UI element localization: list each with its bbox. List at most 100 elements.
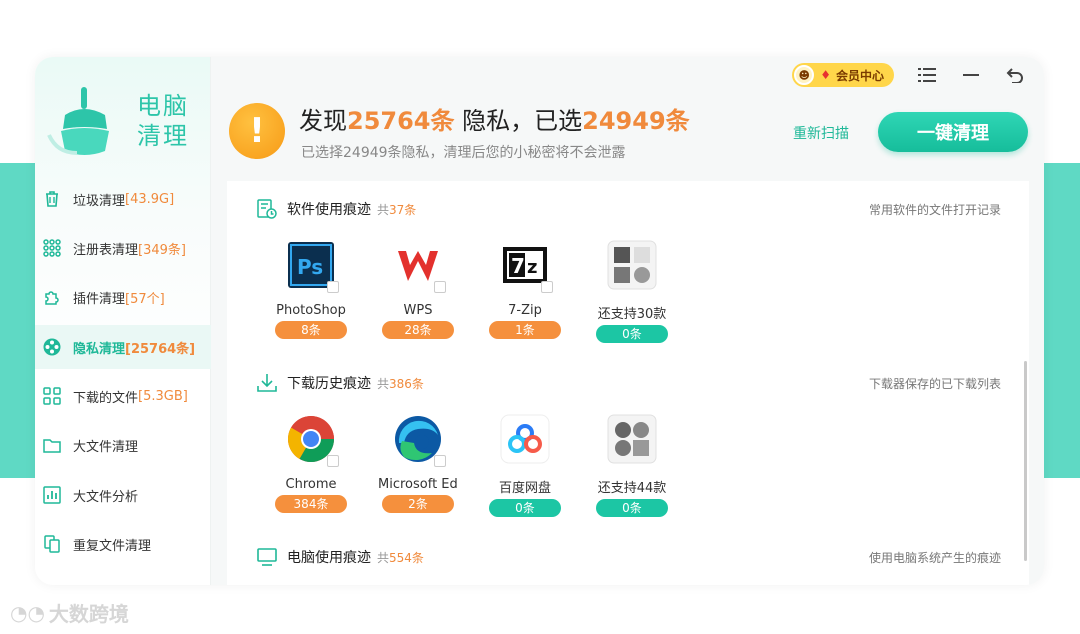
back-icon[interactable] — [1004, 64, 1026, 86]
app-checkbox[interactable] — [541, 281, 553, 293]
app-name: 还支持30款 — [597, 307, 667, 322]
app-item-wps[interactable]: WPS 28条 — [378, 239, 458, 339]
section-total-prefix: 共 — [377, 550, 390, 565]
section-total-prefix: 共 — [377, 202, 390, 217]
svg-text:Ps: Ps — [297, 255, 323, 279]
selected-count: 24949条 — [582, 107, 690, 135]
section-header: 下载历史痕迹 共386条 — [255, 371, 424, 395]
sidebar-item-downloads[interactable]: 下载的文件 [5.3GB] — [35, 374, 211, 418]
sidebar-item-label: 大文件清理 — [73, 439, 139, 455]
baidu-netdisk-icon — [499, 413, 551, 465]
svg-text:z: z — [527, 257, 537, 278]
section-title: 电脑使用痕迹 — [287, 550, 371, 566]
found-prefix: 发现 — [299, 107, 347, 135]
watermark-text: 大数跨境 — [48, 602, 129, 626]
app-item-edge[interactable]: Microsoft Edge 2条 — [378, 413, 458, 513]
sidebar-item-label: 注册表清理 — [73, 242, 139, 258]
section-note: 使用电脑系统产生的痕迹 — [868, 551, 1001, 565]
vip-center-button[interactable]: ☻ ♦ 会员中心 — [792, 63, 894, 87]
privacy-list-panel: 软件使用痕迹 共37条 常用软件的文件打开记录 Ps PhotoShop 8条 — [227, 181, 1029, 585]
app-checkbox[interactable] — [434, 455, 446, 467]
sidebar-item-large-files[interactable]: 大文件清理 — [35, 423, 211, 467]
section-note: 下载器保存的已下载列表 — [868, 377, 1001, 391]
app-checkbox[interactable] — [327, 281, 339, 293]
file-history-icon — [255, 197, 279, 221]
sidebar-item-privacy[interactable]: 隐私清理 [25764条] — [35, 325, 211, 369]
plugin-icon — [41, 286, 63, 308]
section-header: 软件使用痕迹 共37条 — [255, 197, 416, 221]
app-count-badge: 28条 — [382, 321, 454, 339]
minimize-icon[interactable] — [960, 64, 982, 86]
sidebar-item-junk[interactable]: 垃圾清理 [43.9G] — [35, 177, 211, 221]
rescan-link[interactable]: 重新扫描 — [793, 123, 849, 143]
section-total: 共37条 — [377, 201, 416, 218]
trash-icon — [41, 188, 63, 210]
app-count-badge: 0条 — [489, 499, 561, 517]
watermark-logo-icon: ◔◔ — [10, 600, 45, 625]
7zip-icon: 7z — [499, 239, 553, 293]
more-apps-icon — [606, 239, 658, 291]
scrollbar[interactable] — [1024, 361, 1027, 561]
sidebar-item-file-analysis[interactable]: 大文件分析 — [35, 473, 211, 517]
sidebar-item-label: 重复文件清理 — [73, 538, 152, 554]
wps-icon — [392, 239, 446, 293]
page-title: 发现25764条 隐私，已选24949条 — [299, 101, 690, 136]
section-title: 下载历史痕迹 — [287, 376, 371, 392]
sidebar-item-registry[interactable]: 注册表清理 [349条] — [35, 226, 211, 270]
app-checkbox[interactable] — [434, 281, 446, 293]
section-title: 软件使用痕迹 — [287, 202, 371, 218]
monitor-icon — [255, 545, 279, 569]
title-bar-controls: ☻ ♦ 会员中心 — [792, 63, 1026, 87]
sidebar-item-label: 隐私清理 — [73, 341, 126, 357]
app-count-badge: 8条 — [275, 321, 347, 339]
app-item-chrome[interactable]: Chrome 384条 — [271, 413, 351, 513]
sidebar-item-duplicates[interactable]: 重复文件清理 — [35, 522, 211, 566]
section-total: 共554条 — [377, 549, 424, 566]
sidebar-item-count: [57个] — [125, 291, 165, 307]
app-name: PhotoShop — [276, 303, 346, 318]
section-total-prefix: 共 — [377, 376, 390, 391]
section-total-value: 386条 — [389, 376, 424, 391]
warning-icon: ! — [229, 103, 285, 159]
app-item-photoshop[interactable]: Ps PhotoShop 8条 — [271, 239, 351, 339]
app-item-baidu-netdisk[interactable]: 百度网盘 0条 — [485, 413, 565, 517]
sidebar-item-count: [25764条] — [125, 341, 196, 357]
app-checkbox[interactable] — [327, 455, 339, 467]
duplicate-icon — [41, 533, 63, 555]
app-logo: 电脑 清理 — [47, 85, 207, 165]
section-header: 电脑使用痕迹 共554条 — [255, 545, 424, 569]
app-name: 7-Zip — [508, 303, 542, 318]
main-area: ☻ ♦ 会员中心 ! 发现25764条 隐私，已选24949条 已选择24949… — [211, 57, 1044, 585]
app-item-7zip[interactable]: 7z 7-Zip 1条 — [485, 239, 565, 339]
one-click-clean-button[interactable]: 一键清理 — [878, 112, 1028, 152]
sidebar-item-label: 垃圾清理 — [73, 193, 126, 209]
app-name: 还支持44款 — [597, 481, 667, 496]
sidebar-item-plugins[interactable]: 插件清理 [57个] — [35, 275, 211, 319]
privacy-icon — [41, 336, 63, 358]
page-subtitle: 已选择24949条隐私，清理后您的小秘密将不会泄露 — [301, 145, 626, 161]
section-total: 共386条 — [377, 375, 424, 392]
sidebar: 电脑 清理 垃圾清理 [43.9G] 注册表清理 [349条] 插件清理 [57个] — [35, 57, 211, 585]
section-note: 常用软件的文件打开记录 — [868, 203, 1001, 217]
found-count: 25764条 — [347, 107, 455, 135]
section-total-value: 554条 — [389, 550, 424, 565]
avatar: ☻ — [794, 65, 815, 85]
sidebar-item-count: [43.9G] — [125, 191, 175, 207]
app-count-badge: 2条 — [382, 495, 454, 513]
found-mid-text: 隐私，已选 — [462, 107, 583, 135]
chrome-icon — [285, 413, 339, 467]
app-item-more[interactable]: 还支持44款 0条 — [592, 413, 672, 517]
app-name: WPS — [403, 303, 433, 318]
app-name: Microsoft Edge — [378, 477, 458, 492]
app-count-badge: 0条 — [596, 499, 668, 517]
menu-icon[interactable] — [916, 64, 938, 86]
download-files-icon — [41, 385, 63, 407]
app-item-more[interactable]: 还支持30款 0条 — [592, 239, 672, 343]
vip-center-label: 会员中心 — [835, 68, 884, 83]
app-window: 电脑 清理 垃圾清理 [43.9G] 注册表清理 [349条] 插件清理 [57个] — [35, 57, 1044, 585]
chart-icon — [41, 484, 63, 506]
app-count-badge: 384条 — [275, 495, 347, 513]
app-count-badge: 0条 — [596, 325, 668, 343]
app-count-badge: 1条 — [489, 321, 561, 339]
more-apps-icon — [606, 413, 658, 465]
